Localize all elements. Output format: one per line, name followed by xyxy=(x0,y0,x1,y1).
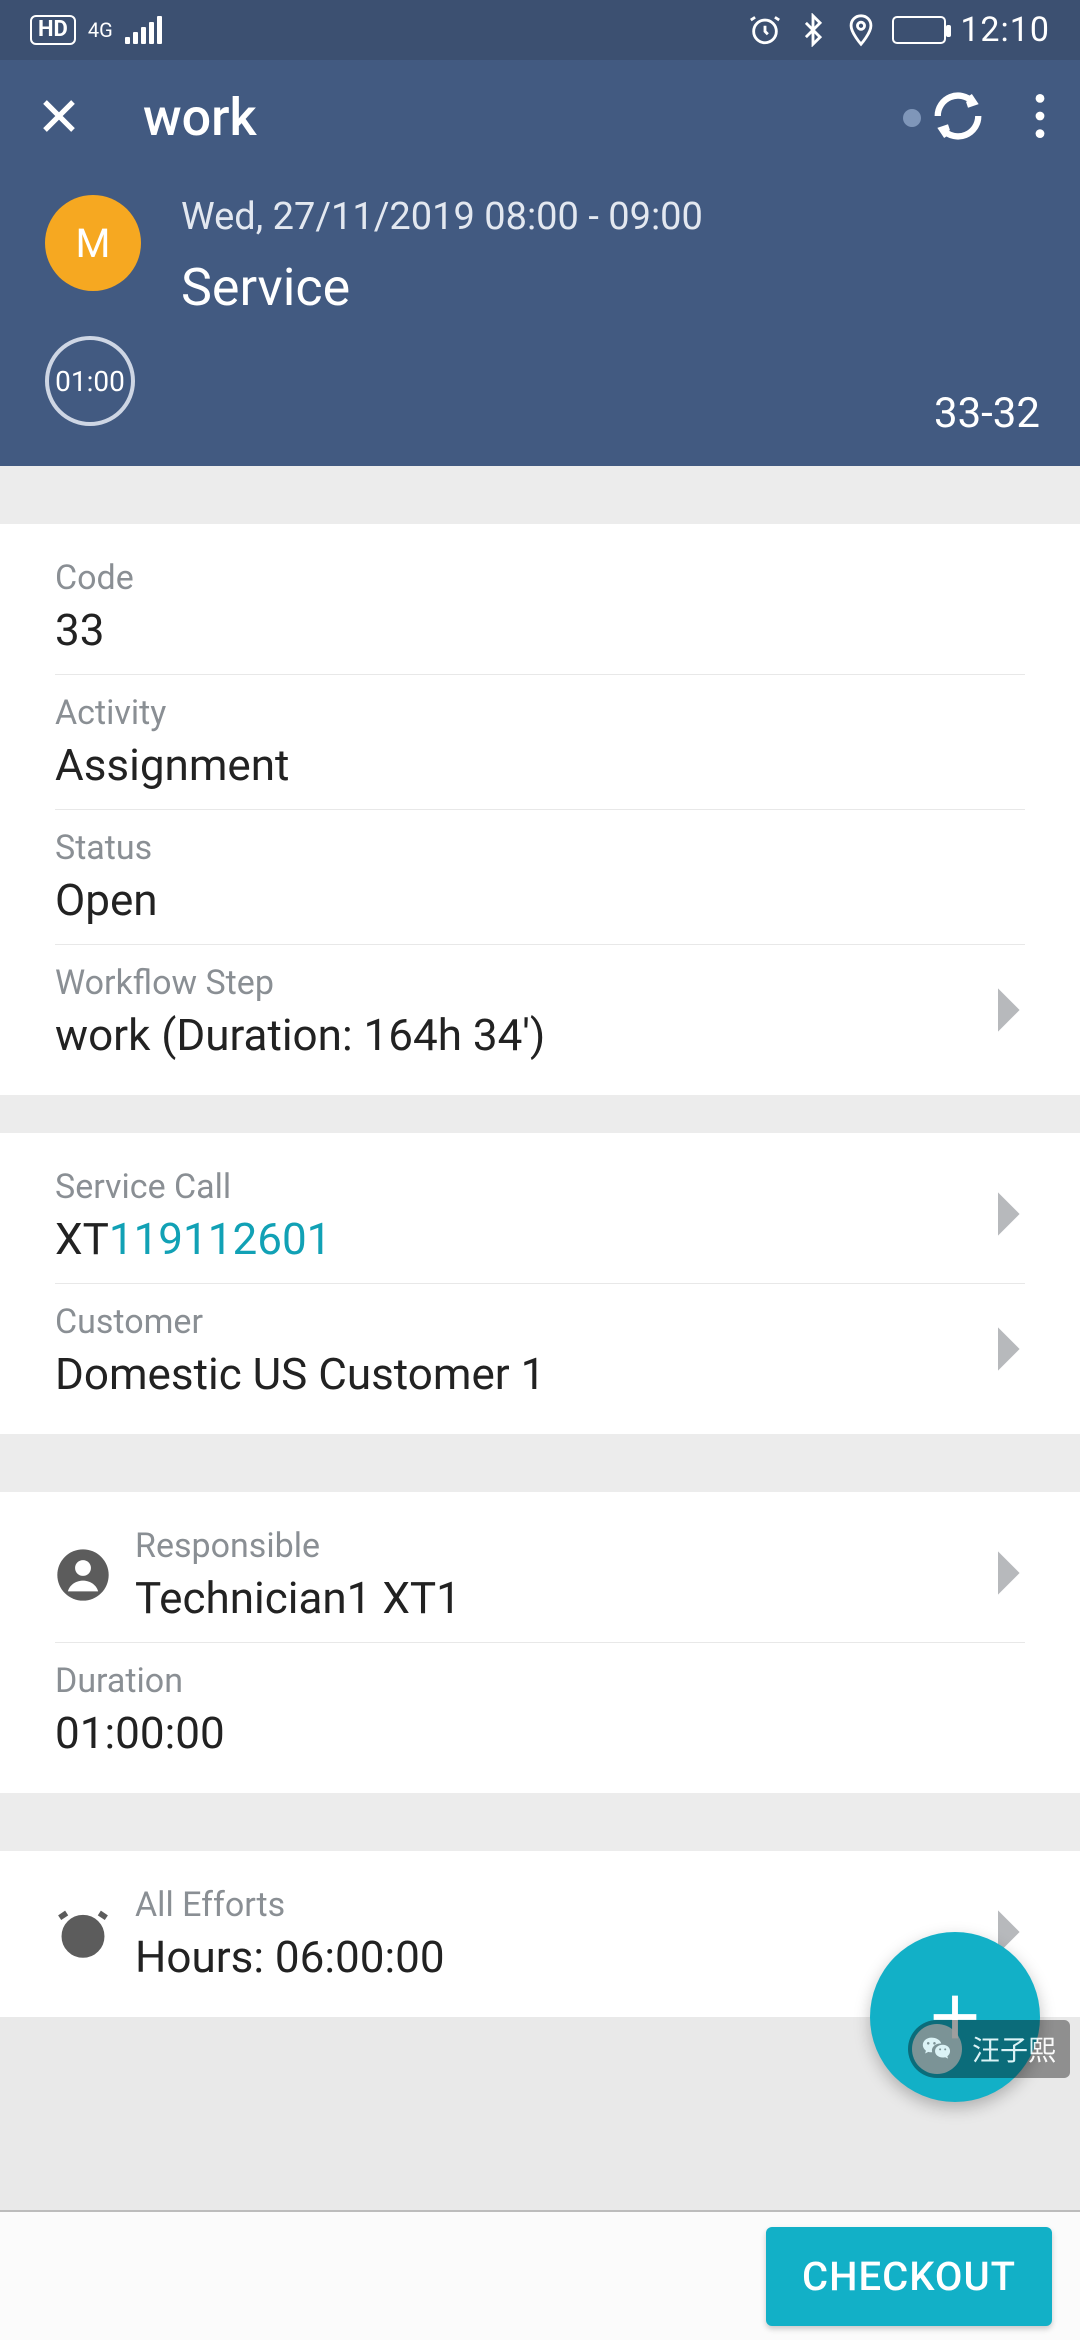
status-right: 12:10 xyxy=(748,10,1050,50)
servicecall-value: XT119112601 xyxy=(55,1213,1025,1265)
responsible-label: Responsible xyxy=(135,1526,1025,1566)
responsible-value: Technician1 XT1 xyxy=(135,1572,1025,1624)
efforts-label: All Efforts xyxy=(135,1885,1025,1925)
app-bar: work xyxy=(0,60,1080,175)
location-icon xyxy=(844,13,878,47)
status-label: Status xyxy=(55,828,1025,868)
header-detail: M Wed, 27/11/2019 08:00 - 09:00 Service … xyxy=(0,175,1080,466)
section-gap xyxy=(0,466,1080,524)
status-left: HD 4G xyxy=(30,15,162,45)
status-bar: HD 4G 12:10 xyxy=(0,0,1080,60)
hd-indicator: HD xyxy=(30,15,76,45)
duration-ring: 01:00 xyxy=(45,336,135,426)
code-value: 33 xyxy=(55,604,1025,656)
bottom-bar: CHECKOUT xyxy=(0,2210,1080,2340)
customer-value: Domestic US Customer 1 xyxy=(55,1348,1025,1400)
duration-label: Duration xyxy=(55,1661,1025,1701)
status-value: Open xyxy=(55,874,1025,926)
battery-icon xyxy=(892,16,946,44)
clock-icon xyxy=(55,1906,135,1962)
person-icon xyxy=(55,1547,135,1603)
chevron-right-icon xyxy=(995,986,1025,1038)
service-section: Service Call XT119112601 Customer Domest… xyxy=(0,1133,1080,1434)
clock-text: 12:10 xyxy=(960,10,1050,50)
watermark-text: 汪子熙 xyxy=(972,2029,1056,2069)
sync-button[interactable] xyxy=(903,89,985,147)
bluetooth-icon xyxy=(796,13,830,47)
activity-label: Activity xyxy=(55,693,1025,733)
alarm-icon xyxy=(748,13,782,47)
watermark: 汪子熙 xyxy=(908,2020,1070,2078)
header-datetime: Wed, 27/11/2019 08:00 - 09:00 xyxy=(181,195,1035,239)
close-button[interactable] xyxy=(35,92,83,144)
servicecall-label: Service Call xyxy=(55,1167,1025,1207)
activity-value: Assignment xyxy=(55,739,1025,791)
customer-label: Customer xyxy=(55,1302,1025,1342)
checkout-button[interactable]: CHECKOUT xyxy=(766,2227,1052,2326)
chevron-right-icon xyxy=(995,1190,1025,1242)
servicecall-row[interactable]: Service Call XT119112601 xyxy=(55,1149,1025,1284)
page-title: work xyxy=(143,87,903,148)
section-gap xyxy=(0,1095,1080,1133)
section-gap xyxy=(0,1434,1080,1492)
workflow-label: Workflow Step xyxy=(55,963,1025,1003)
network-type: 4G xyxy=(88,20,113,40)
responsible-section: Responsible Technician1 XT1 Duration 01:… xyxy=(0,1492,1080,1793)
responsible-row[interactable]: Responsible Technician1 XT1 xyxy=(55,1508,1025,1643)
workflow-row[interactable]: Workflow Step work (Duration: 164h 34') xyxy=(55,945,1025,1079)
chevron-right-icon xyxy=(995,1549,1025,1601)
more-button[interactable] xyxy=(1035,94,1045,142)
sync-icon xyxy=(931,89,985,147)
code-label: Code xyxy=(55,558,1025,598)
status-row: Status Open xyxy=(55,810,1025,945)
signal-icon xyxy=(125,16,162,44)
sync-status-dot xyxy=(903,109,921,127)
details-section: Code 33 Activity Assignment Status Open … xyxy=(0,524,1080,1095)
section-gap xyxy=(0,1793,1080,1851)
avatar: M xyxy=(45,195,141,291)
duration-row: Duration 01:00:00 xyxy=(55,1643,1025,1777)
header-ref: 33-32 xyxy=(934,389,1040,438)
wechat-icon xyxy=(912,2024,962,2074)
code-row: Code 33 xyxy=(55,540,1025,675)
header-type: Service xyxy=(181,257,1035,318)
activity-row: Activity Assignment xyxy=(55,675,1025,810)
duration-value: 01:00:00 xyxy=(55,1707,1025,1759)
chevron-right-icon xyxy=(995,1325,1025,1377)
customer-row[interactable]: Customer Domestic US Customer 1 xyxy=(55,1284,1025,1418)
workflow-value: work (Duration: 164h 34') xyxy=(55,1009,1025,1061)
